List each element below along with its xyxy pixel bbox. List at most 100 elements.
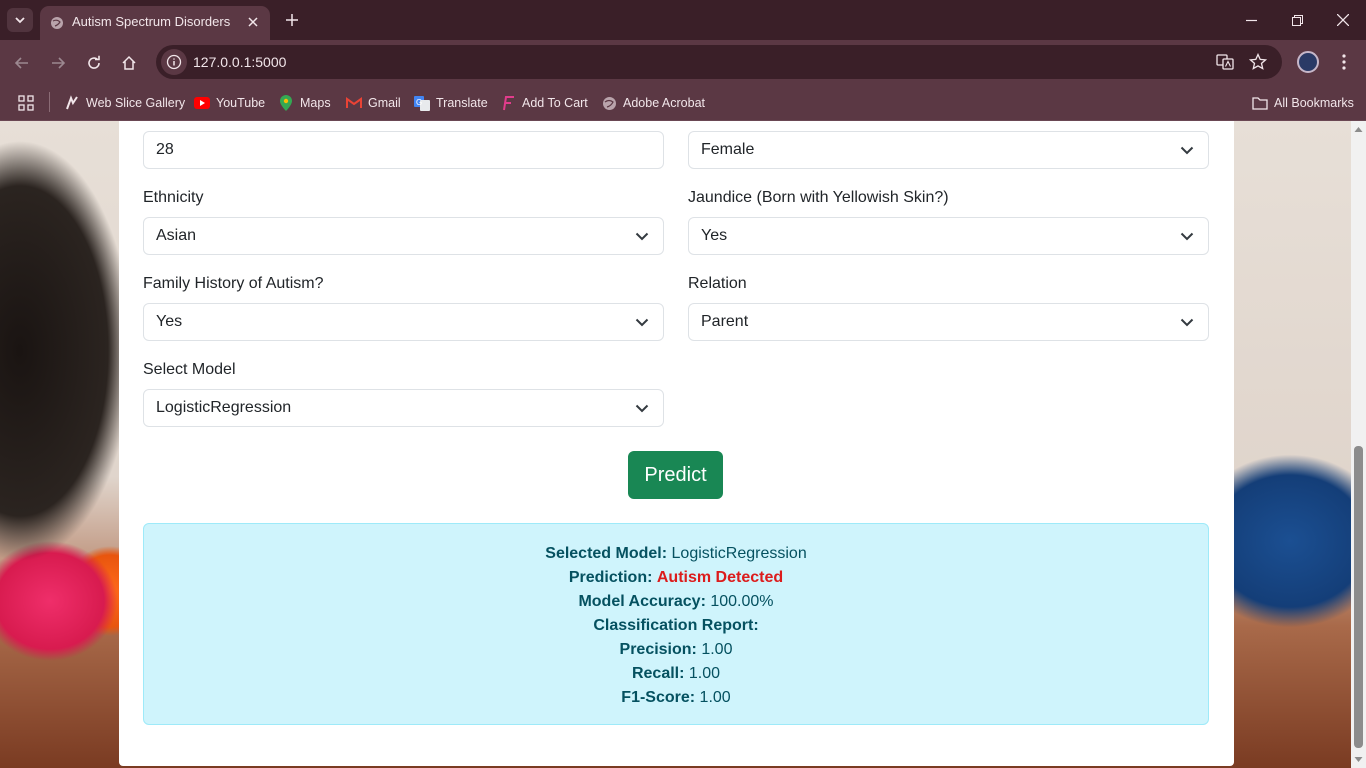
model-select[interactable]: LogisticRegression [143,389,664,427]
back-button[interactable] [9,50,35,76]
restore-button[interactable] [1283,6,1311,34]
bookmark-label: Maps [300,96,331,110]
reload-button[interactable] [81,50,107,76]
model-selected-value: LogisticRegression [156,399,292,416]
jaundice-label: Jaundice (Born with Yellowish Skin?) [688,189,949,206]
recall-label: Recall: [631,665,685,682]
bookmark-label: Add To Cart [522,96,588,110]
ethnicity-label: Ethnicity [143,189,204,206]
bookmark-adobe-acrobat[interactable]: Adobe Acrobat [601,93,705,113]
google-translate-icon: G [414,95,430,111]
more-vertical-icon [1342,54,1346,70]
bookmark-translate[interactable]: G Translate [414,93,488,113]
bookmark-label: Translate [436,96,488,110]
info-icon [166,54,182,70]
globe-icon [51,17,63,29]
predict-button[interactable]: Predict [628,451,723,499]
prediction-result-alert: Selected Model: LogisticRegression Predi… [143,523,1209,725]
close-icon [248,17,258,27]
site-info-button[interactable] [161,49,187,75]
page-viewport: 28 Female Ethnicity Jaundice (Born with … [0,121,1366,768]
address-bar[interactable]: 127.0.0.1:5000 [156,45,1282,79]
jaundice-select[interactable]: Yes [688,217,1209,255]
prediction-value: Autism Detected [656,569,784,586]
precision-label: Precision: [619,641,697,658]
bookmark-gmail[interactable]: Gmail [346,93,401,113]
add-to-cart-icon [500,95,516,111]
relation-label: Relation [688,275,747,292]
chevron-down-icon [1180,232,1194,241]
browser-toolbar: 127.0.0.1:5000 [0,40,1366,85]
close-icon [1337,14,1349,26]
family-history-select[interactable]: Yes [143,303,664,341]
home-button[interactable] [116,50,142,76]
minimize-icon [1245,19,1257,21]
classification-report-label: Classification Report: [593,617,759,634]
new-tab-button[interactable] [282,10,302,30]
bookmark-maps[interactable]: Maps [278,93,331,113]
reload-icon [88,55,100,69]
profile-avatar[interactable] [1297,51,1319,73]
recall-row: Recall: 1.00 [144,662,1208,686]
translate-icon [1216,54,1234,70]
chevron-down-icon [635,232,649,241]
ethnicity-select[interactable]: Asian [143,217,664,255]
apps-grid-icon [18,95,34,111]
bookmark-web-slice-gallery[interactable]: Web Slice Gallery [64,93,185,113]
maps-pin-icon [278,95,294,111]
family-history-label: Family History of Autism? [143,275,324,292]
url-text[interactable]: 127.0.0.1:5000 [193,54,286,70]
f1-score-label: F1-Score: [621,689,696,706]
relation-selected-value: Parent [701,313,749,330]
bookmarks-bar: Web Slice Gallery YouTube Maps Gmail G T… [0,85,1366,121]
svg-text:G: G [416,98,422,107]
chevron-down-icon [1180,146,1194,155]
bookmark-star-button[interactable] [1248,52,1268,72]
bookmark-label: YouTube [216,96,266,110]
all-bookmarks-button[interactable]: All Bookmarks [1252,93,1354,113]
bookmark-youtube[interactable]: YouTube [194,93,265,113]
age-input[interactable]: 28 [143,131,664,169]
gmail-icon [346,95,362,111]
selected-model-row: Selected Model: LogisticRegression [144,542,1208,566]
close-window-button[interactable] [1329,6,1357,34]
accuracy-value: 100.00% [710,593,774,610]
bookmarks-divider [49,92,50,112]
jaundice-selected-value: Yes [701,227,728,244]
scroll-down-arrow-icon[interactable] [1354,755,1363,764]
home-icon [122,55,136,70]
browser-menu-button[interactable] [1334,52,1354,72]
ethnicity-selected-value: Asian [156,227,197,244]
chevron-down-icon [635,318,649,327]
minimize-button[interactable] [1237,6,1265,34]
bookmark-add-to-cart[interactable]: Add To Cart [500,93,588,113]
recall-value: 1.00 [688,665,721,682]
tab-close-button[interactable] [244,13,262,31]
family-history-selected-value: Yes [156,313,183,330]
page-scrollbar[interactable] [1351,121,1366,768]
tab-search-button[interactable] [7,8,33,32]
youtube-icon [194,95,210,111]
relation-select[interactable]: Parent [688,303,1209,341]
f1-score-row: F1-Score: 1.00 [144,686,1208,710]
accuracy-row: Model Accuracy: 100.00% [144,590,1208,614]
select-model-label: Select Model [143,361,236,378]
scroll-up-arrow-icon[interactable] [1354,125,1363,134]
forward-button[interactable] [45,50,71,76]
all-bookmarks-label: All Bookmarks [1274,96,1354,110]
restore-icon [1291,14,1303,26]
gender-select[interactable]: Female [688,131,1209,169]
chevron-down-icon [1180,318,1194,327]
globe-icon [601,95,617,111]
translate-page-button[interactable] [1215,52,1235,72]
prediction-label: Prediction: [568,569,653,586]
tab-title: Autism Spectrum Disorders [72,14,231,29]
chevron-down-icon [15,17,25,24]
accuracy-label: Model Accuracy: [578,593,706,610]
f1-score-value: 1.00 [699,689,731,706]
web-slice-icon [64,95,80,111]
scrollbar-thumb[interactable] [1354,446,1363,748]
apps-button[interactable] [18,93,34,113]
active-tab[interactable]: Autism Spectrum Disorders [40,6,270,40]
gender-selected-value: Female [701,141,755,158]
